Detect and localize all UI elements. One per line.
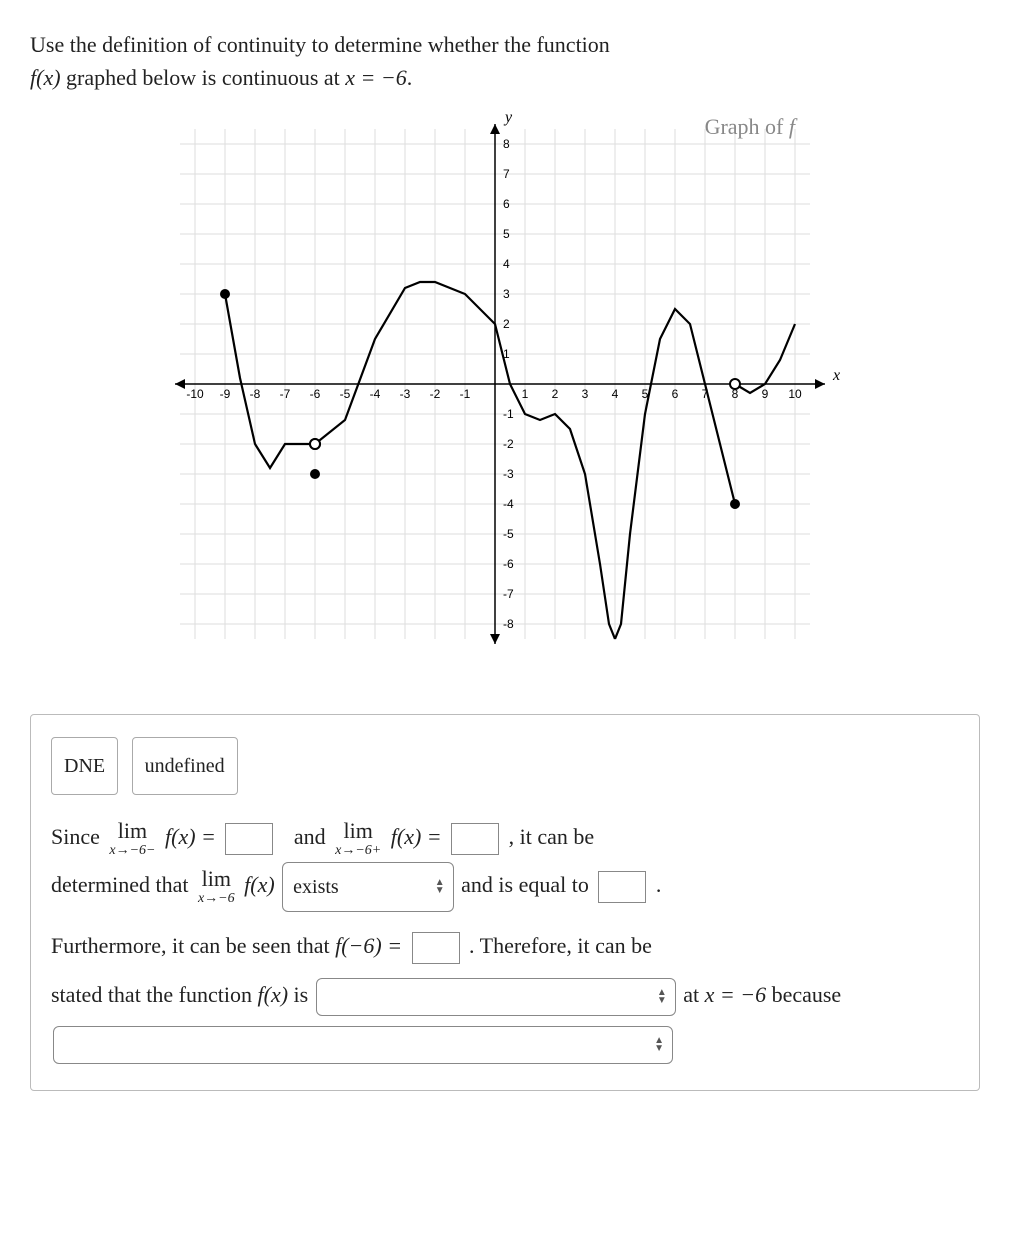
- answer-line-4: stated that the function f(x) is ▲▼ at x…: [51, 971, 959, 1019]
- token-row: DNE undefined: [51, 737, 959, 795]
- svg-text:3: 3: [582, 387, 589, 401]
- x-axis-arrow-right: [815, 379, 825, 389]
- svg-text:2: 2: [503, 317, 510, 331]
- svg-text:-9: -9: [220, 387, 231, 401]
- lim-left: lim x→−6−: [109, 820, 155, 858]
- svg-text:-5: -5: [503, 527, 514, 541]
- svg-text:-8: -8: [503, 617, 514, 631]
- y-label: y: [503, 109, 513, 126]
- token-undefined[interactable]: undefined: [132, 737, 238, 795]
- svg-text:-7: -7: [503, 587, 514, 601]
- question-period: .: [407, 65, 413, 90]
- graph-title: Graph of f: [705, 114, 795, 140]
- svg-text:4: 4: [612, 387, 619, 401]
- y-axis-arrow-down: [490, 634, 500, 644]
- token-dne[interactable]: DNE: [51, 737, 118, 795]
- select-continuity[interactable]: ▲▼: [316, 978, 676, 1016]
- answer-area: DNE undefined Since lim x→−6− f(x) = and…: [30, 714, 980, 1091]
- svg-text:9: 9: [762, 387, 769, 401]
- svg-text:10: 10: [788, 387, 802, 401]
- answer-line-1: Since lim x→−6− f(x) = and lim x→−6+ f(x…: [51, 813, 959, 861]
- svg-text:6: 6: [672, 387, 679, 401]
- select-reason[interactable]: ▲▼: [53, 1026, 673, 1064]
- svg-text:-4: -4: [370, 387, 381, 401]
- svg-text:-6: -6: [310, 387, 321, 401]
- stepper-icon: ▲▼: [654, 1037, 664, 1053]
- question-line1: Use the definition of continuity to dete…: [30, 32, 610, 57]
- select-exists[interactable]: exists ▲▼: [282, 862, 453, 912]
- lim-right: lim x→−6+: [335, 820, 381, 858]
- svg-text:4: 4: [503, 257, 510, 271]
- question-text: Use the definition of continuity to dete…: [30, 28, 980, 94]
- svg-text:-10: -10: [186, 387, 204, 401]
- svg-text:2: 2: [552, 387, 559, 401]
- svg-text:-5: -5: [340, 387, 351, 401]
- svg-text:-2: -2: [430, 387, 441, 401]
- svg-text:-3: -3: [503, 467, 514, 481]
- svg-text:-7: -7: [280, 387, 291, 401]
- blank-f-neg6[interactable]: [412, 932, 460, 964]
- graph-svg: y x -10-9-8-7-6-5-4-3-2-1123456789108765…: [155, 104, 855, 684]
- svg-text:6: 6: [503, 197, 510, 211]
- answer-line-3: Furthermore, it can be seen that f(−6) =…: [51, 922, 959, 970]
- x-label: x: [832, 367, 840, 384]
- svg-text:-1: -1: [460, 387, 471, 401]
- answer-line-2: determined that lim x→−6 f(x) exists ▲▼ …: [51, 861, 959, 912]
- blank-lim-left[interactable]: [225, 823, 273, 855]
- svg-text:-2: -2: [503, 437, 514, 451]
- y-axis-arrow-up: [490, 124, 500, 134]
- svg-text:5: 5: [503, 227, 510, 241]
- lim-both: lim x→−6: [198, 868, 235, 906]
- svg-text:-3: -3: [400, 387, 411, 401]
- question-line2: graphed below is continuous at: [61, 65, 346, 90]
- svg-text:3: 3: [503, 287, 510, 301]
- svg-text:7: 7: [503, 167, 510, 181]
- eq-x: x = −6: [345, 65, 406, 90]
- svg-text:8: 8: [503, 137, 510, 151]
- x-axis-arrow-left: [175, 379, 185, 389]
- blank-lim-value[interactable]: [598, 871, 646, 903]
- stepper-icon: ▲▼: [435, 879, 445, 895]
- stepper-icon: ▲▼: [657, 989, 667, 1005]
- graph-container: Graph of f y x -10 -9 -8 -7 -6 -5 -4 -3 -2 -1 1 2 3 4…: [155, 104, 855, 684]
- blank-lim-right[interactable]: [451, 823, 499, 855]
- answer-line-5: ▲▼: [51, 1019, 959, 1067]
- fn-fx: f(x): [30, 65, 61, 90]
- svg-text:-8: -8: [250, 387, 261, 401]
- svg-text:-6: -6: [503, 557, 514, 571]
- svg-text:1: 1: [522, 387, 529, 401]
- svg-text:-1: -1: [503, 407, 514, 421]
- svg-text:-4: -4: [503, 497, 514, 511]
